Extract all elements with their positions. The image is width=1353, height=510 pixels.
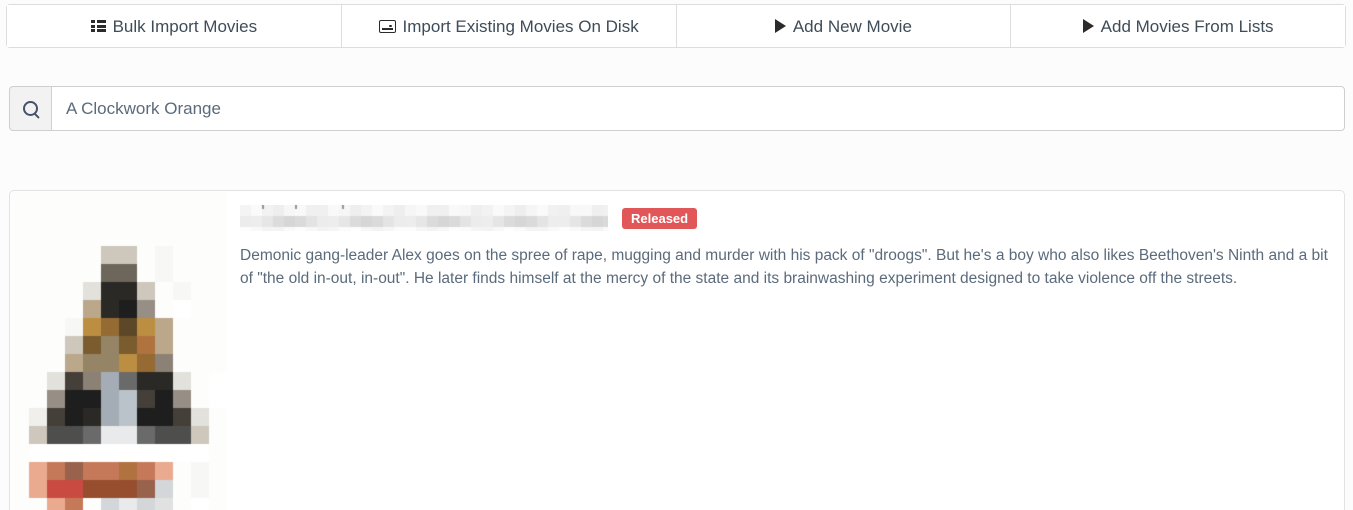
tab-add-new-movie[interactable]: Add New Movie [676, 5, 1012, 47]
tab-bulk-import-movies[interactable]: Bulk Import Movies [7, 5, 342, 47]
hard-drive-icon [378, 19, 396, 33]
tab-label: Bulk Import Movies [112, 16, 258, 36]
tab-label: Import Existing Movies On Disk [402, 16, 639, 36]
movie-title-redacted [240, 205, 608, 231]
search-icon-addon [9, 86, 51, 131]
play-triangle-icon [1082, 19, 1094, 33]
movie-result-content: Released Demonic gang-leader Alex goes o… [240, 203, 1334, 291]
tab-import-existing-movies-on-disk[interactable]: Import Existing Movies On Disk [341, 5, 677, 47]
movie-search-result-card: Released Demonic gang-leader Alex goes o… [9, 190, 1345, 510]
grid-list-icon [90, 20, 106, 32]
movie-search-bar [9, 86, 1345, 131]
add-movie-page: Bulk Import Movies Import Existing Movie… [0, 0, 1353, 510]
tab-label: Add New Movie [792, 16, 912, 36]
search-input[interactable] [51, 86, 1345, 131]
import-tabs: Bulk Import Movies Import Existing Movie… [6, 4, 1346, 48]
play-triangle-icon [774, 19, 786, 33]
movie-overview-text: Demonic gang-leader Alex goes on the spr… [240, 247, 1328, 287]
tab-label: Add Movies From Lists [1100, 16, 1274, 36]
search-icon [23, 101, 38, 116]
movie-poster-thumbnail [11, 192, 227, 510]
status-badge: Released [622, 207, 698, 229]
tab-add-movies-from-lists[interactable]: Add Movies From Lists [1011, 5, 1345, 47]
movie-title-row: Released [240, 203, 1334, 233]
